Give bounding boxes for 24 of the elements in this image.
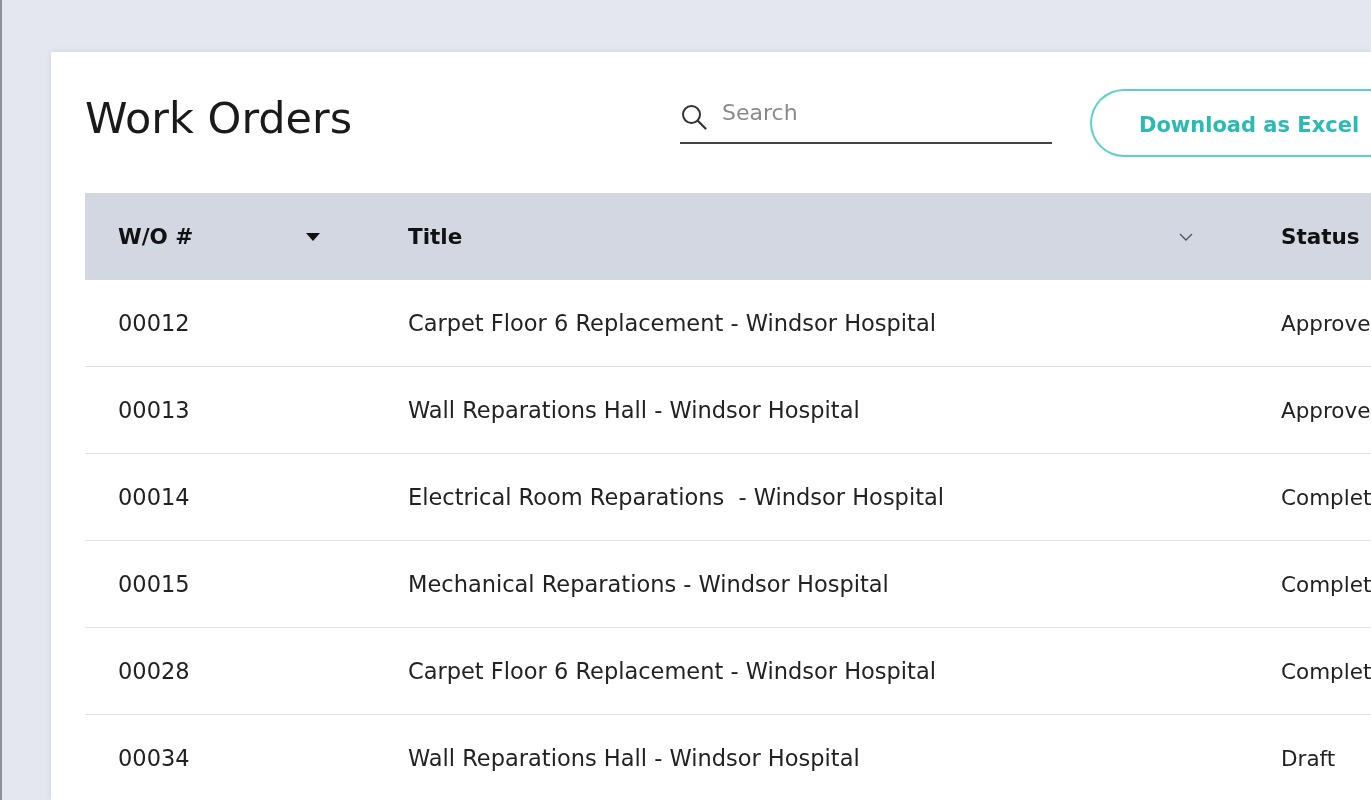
search-field[interactable]: Search (680, 89, 1052, 144)
table-cell: Draft (1281, 745, 1336, 771)
table-cell: 00015 (118, 571, 190, 597)
table-cell: 00013 (118, 397, 190, 423)
table-cell: Complet (1281, 658, 1371, 684)
table-cell: Wall Reparations Hall - Windsor Hospital (408, 745, 860, 771)
table-cell: Carpet Floor 6 Replacement - Windsor Hospital (408, 658, 936, 684)
table-cell: 00028 (118, 658, 190, 684)
table-cell: Wall Reparations Hall - Windsor Hospital (408, 397, 860, 423)
table-cell: Complet (1281, 484, 1371, 510)
page-title: Work Orders (85, 93, 354, 143)
table-cell: Mechanical Reparations - Windsor Hospital (408, 571, 889, 597)
table-cell: Carpet Floor 6 Replacement - Windsor Hospital (408, 310, 936, 336)
table-cell: 00012 (118, 310, 190, 336)
search-icon (681, 104, 707, 130)
table-cell: Electrical Room Reparations - Windsor Hospital (408, 484, 944, 510)
column-header[interactable]: Status (1248, 193, 1371, 280)
column-header[interactable]: Title (375, 193, 1248, 280)
table-cell: 00014 (118, 484, 190, 510)
table-cell: Approve (1281, 397, 1371, 423)
table-cell: Approve (1281, 310, 1371, 336)
table-cell: 00034 (118, 745, 190, 771)
column-header[interactable]: W/O # (85, 193, 375, 280)
table-cell: Complet (1281, 571, 1371, 597)
